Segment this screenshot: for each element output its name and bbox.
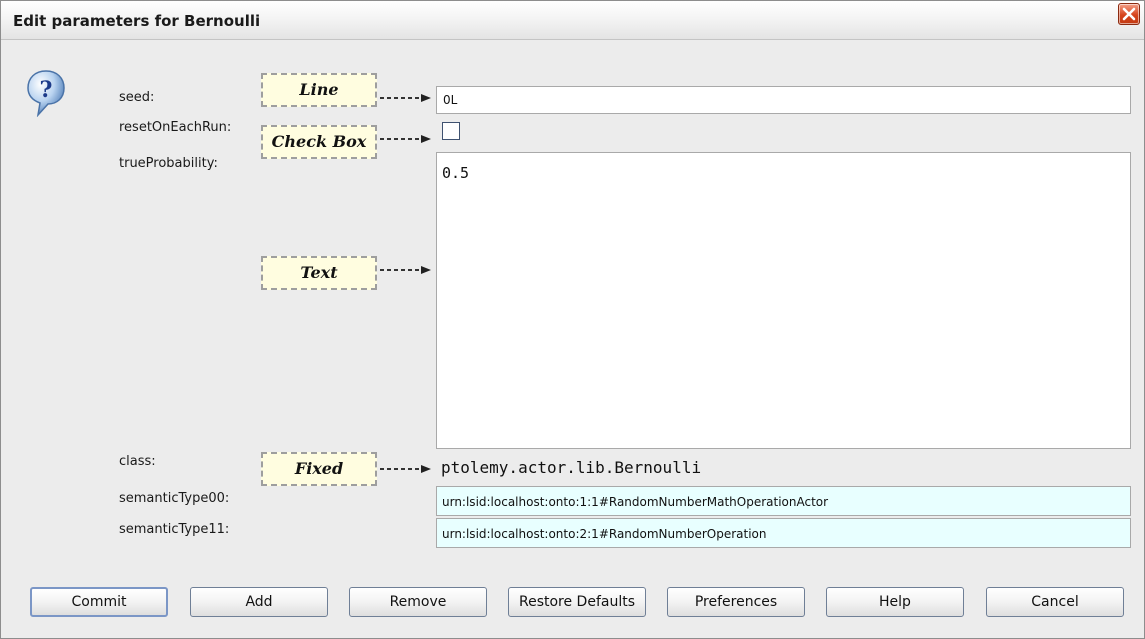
class-value: ptolemy.actor.lib.Bernoulli: [441, 458, 702, 477]
seed-input[interactable]: 0L: [436, 86, 1131, 114]
semantic-type-00-label: semanticType00:: [119, 491, 230, 506]
svg-text:?: ?: [40, 77, 53, 103]
true-probability-label: trueProbability:: [119, 156, 218, 171]
semantic-type-11-field[interactable]: urn:lsid:localhost:onto:2:1#RandomNumber…: [436, 518, 1131, 548]
line-arrow-icon: [380, 94, 431, 102]
remove-button[interactable]: Remove: [349, 587, 487, 617]
dialog-window: Edit parameters for Bernoulli ? seed: re…: [0, 0, 1145, 639]
fixed-callout: Fixed: [261, 452, 377, 486]
text-callout: Text: [261, 256, 377, 290]
semantic-type-00-field[interactable]: urn:lsid:localhost:onto:1:1#RandomNumber…: [436, 486, 1131, 516]
title-bar[interactable]: Edit parameters for Bernoulli: [1, 1, 1144, 40]
preferences-button[interactable]: Preferences: [667, 587, 805, 617]
close-icon: [1122, 7, 1136, 21]
help-question-icon: ?: [27, 70, 65, 117]
fixed-arrow-icon: [380, 465, 431, 473]
reset-on-each-run-checkbox[interactable]: [442, 122, 460, 140]
help-button[interactable]: Help: [826, 587, 964, 617]
restore-defaults-button[interactable]: Restore Defaults: [508, 587, 646, 617]
seed-label: seed:: [119, 90, 155, 105]
dialog-title: Edit parameters for Bernoulli: [13, 12, 261, 30]
close-button[interactable]: [1118, 3, 1140, 25]
checkbox-arrow-icon: [380, 135, 431, 143]
checkbox-callout: Check Box: [261, 125, 377, 159]
cancel-button[interactable]: Cancel: [986, 587, 1124, 617]
class-label: class:: [119, 454, 156, 469]
semantic-type-11-label: semanticType11:: [119, 522, 230, 537]
true-probability-textarea[interactable]: 0.5: [436, 152, 1131, 449]
commit-button[interactable]: Commit: [30, 587, 168, 617]
text-arrow-icon: [380, 266, 431, 274]
add-button[interactable]: Add: [190, 587, 328, 617]
line-callout: Line: [261, 73, 377, 107]
reset-on-each-run-label: resetOnEachRun:: [119, 120, 232, 135]
